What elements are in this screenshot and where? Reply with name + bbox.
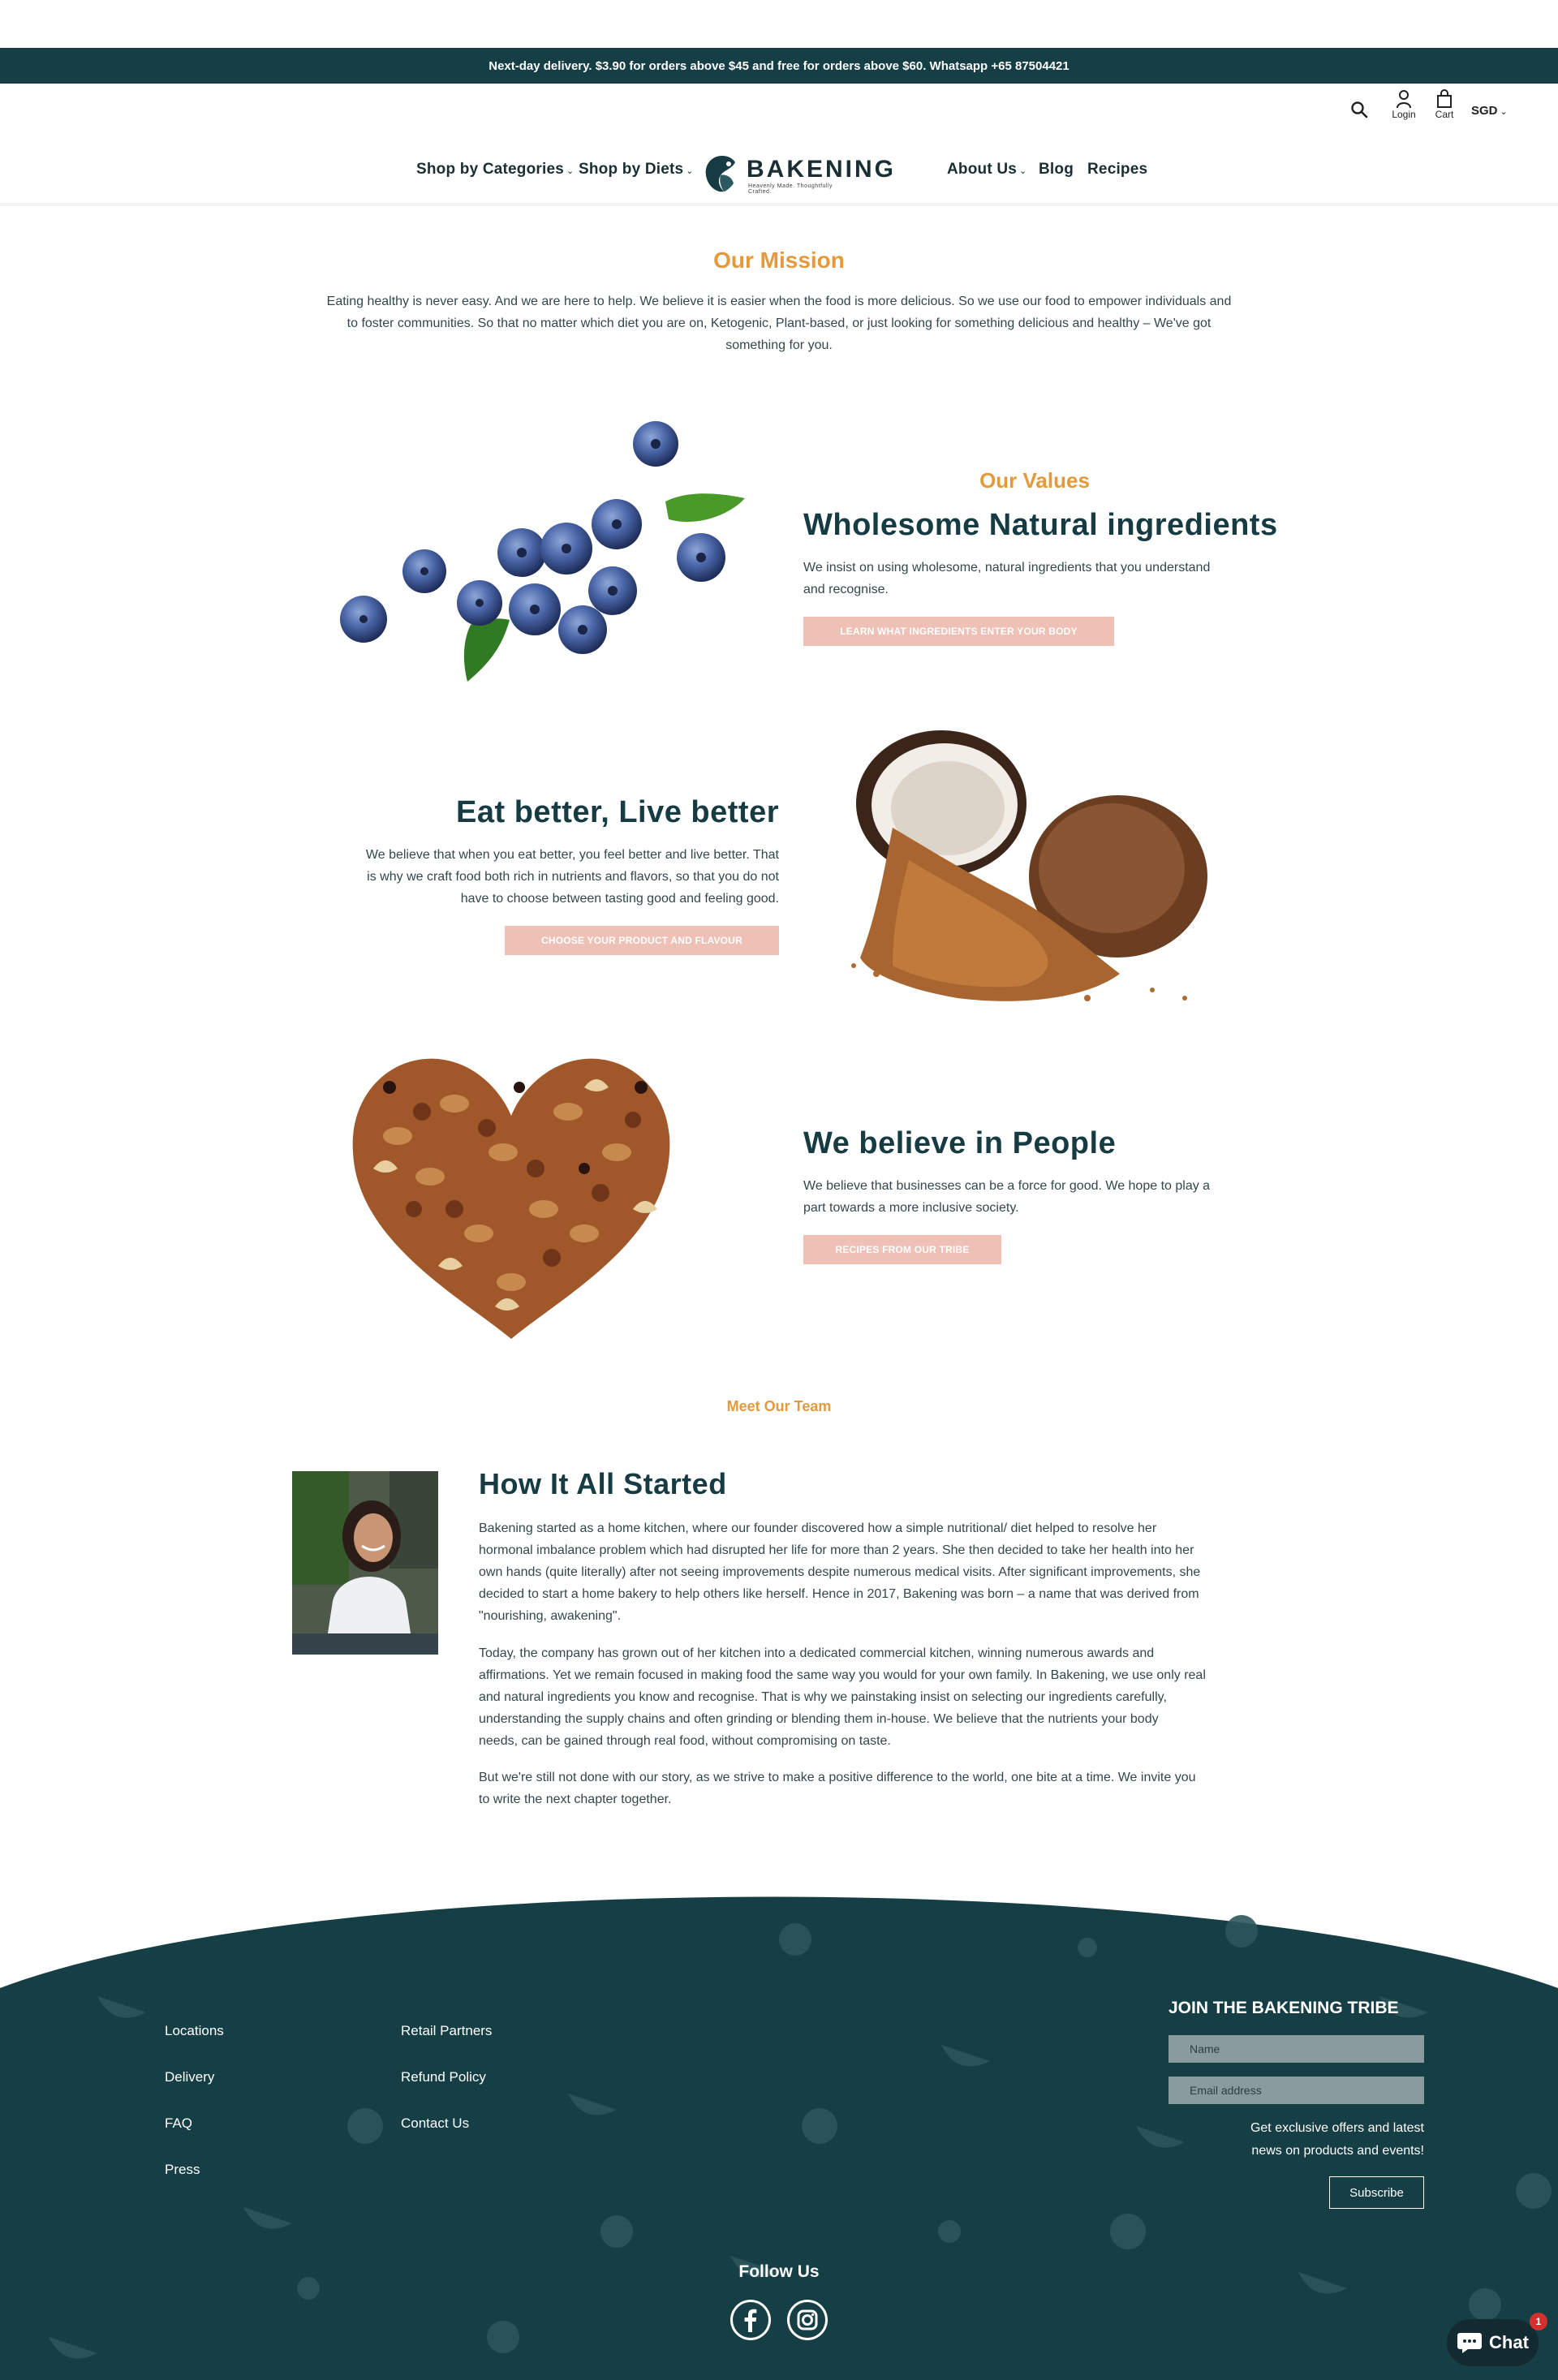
value-title-eat-better: Eat better, Live better [456, 795, 779, 829]
announcement-bar: Next-day delivery. $3.90 for orders abov… [0, 48, 1558, 84]
learn-ingredients-button[interactable]: Learn what ingredients enter your body [803, 617, 1114, 646]
team-line: understanding the supply chains and ofte… [479, 1712, 1159, 1726]
mission-text: Eating healthy is never easy. And we are… [243, 291, 1315, 356]
newsletter-offer-text: Get exclusive offers and latest news on … [1168, 2117, 1424, 2163]
footer-link-press[interactable]: Press [165, 2162, 224, 2208]
value-text-eat-better: We believe that when you eat better, you… [308, 844, 779, 910]
team-line: own hands (quite literally) after not se… [479, 1565, 1201, 1579]
logo-tagline: Heavenly Made. Thoughtfully Crafted. [748, 183, 833, 195]
value-line: part towards a more inclusive society. [803, 1201, 1019, 1215]
nav-label: Shop by Categories [416, 161, 565, 178]
values-eyebrow: Our Values [979, 468, 1090, 493]
instagram-icon[interactable] [787, 2300, 828, 2340]
nav-blog[interactable]: Blog [1039, 161, 1074, 179]
nav-label: Blog [1039, 161, 1074, 178]
login-link[interactable]: Login [1388, 89, 1420, 120]
chat-label: Chat [1489, 2332, 1529, 2352]
newsletter-name-input[interactable]: Name [1168, 2035, 1424, 2063]
subscribe-button[interactable]: Subscribe [1329, 2176, 1424, 2209]
footer-column-1: Locations Delivery FAQ Press [165, 2023, 224, 2208]
currency-selector[interactable]: SGD ⌄ [1471, 104, 1508, 118]
cart-link[interactable]: Cart [1430, 89, 1459, 120]
value-line: have to choose between tasting good and … [460, 892, 779, 906]
founder-photo [292, 1471, 438, 1655]
nav-about-us[interactable]: About Us ⌄ [947, 161, 1026, 179]
user-icon [1397, 90, 1411, 109]
value-title-wholesome: Wholesome Natural ingredients [803, 508, 1278, 542]
mission-line: Eating healthy is never easy. And we are… [326, 295, 1232, 308]
value-text-wholesome: We insist on using wholesome, natural in… [803, 557, 1258, 600]
team-paragraph-2: Today, the company has grown out of her … [479, 1642, 1290, 1752]
cart-label: Cart [1435, 109, 1454, 120]
newsletter-email-input[interactable]: Email address [1168, 2077, 1424, 2104]
mission-line: to foster communities. So that no matter… [346, 316, 1212, 330]
nav-shop-by-categories[interactable]: Shop by Categories ⌄ [416, 161, 574, 179]
chat-bubble-icon [1457, 2333, 1483, 2353]
nav-recipes[interactable]: Recipes [1087, 161, 1147, 179]
cart-icon [1437, 89, 1452, 108]
logo[interactable]: BAKENING Heavenly Made. Thoughtfully Cra… [699, 149, 893, 198]
mission-title: Our Mission [713, 247, 845, 273]
logo-text: BAKENING [747, 156, 897, 183]
follow-us-title: Follow Us [738, 2262, 820, 2281]
newsletter-title: JOIN THE BAKENING TRIBE [1168, 1999, 1399, 2017]
recipes-tribe-button[interactable]: Recipes from our tribe [803, 1235, 1001, 1264]
footer-link-faq[interactable]: FAQ [165, 2115, 224, 2162]
choose-product-button[interactable]: Choose your product and flavour [505, 926, 779, 955]
nav-shop-by-diets[interactable]: Shop by Diets ⌄ [579, 161, 694, 179]
team-line: But we're still not done with our story,… [479, 1771, 1196, 1784]
offer-line: Get exclusive offers and latest [1250, 2121, 1424, 2135]
team-line: needs, can be gained through real food, … [479, 1734, 891, 1748]
footer-link-retail-partners[interactable]: Retail Partners [401, 2023, 492, 2069]
team-line: hormonal imbalance problem which had dis… [479, 1543, 1194, 1557]
value-line: We insist on using wholesome, natural in… [803, 561, 1211, 575]
value-line: We believe that when you eat better, you… [365, 848, 779, 862]
team-eyebrow: Meet Our Team [726, 1398, 832, 1414]
team-paragraph-1: Bakening started as a home kitchen, wher… [479, 1517, 1290, 1627]
mission-line: something for you. [725, 338, 833, 352]
team-line: affirmations. Yet we remain focused in m… [479, 1668, 1206, 1682]
blueberries-image [340, 421, 745, 682]
chevron-down-icon: ⌄ [566, 166, 575, 176]
header-divider [0, 203, 1558, 206]
footer-link-refund-policy[interactable]: Refund Policy [401, 2069, 492, 2115]
footer-link-delivery[interactable]: Delivery [165, 2069, 224, 2115]
offer-line: news on products and events! [1251, 2144, 1424, 2158]
chat-unread-badge: 1 [1530, 2313, 1547, 2331]
team-line: to write the next chapter together. [479, 1793, 672, 1806]
value-line: is why we craft food both rich in nutrie… [367, 870, 779, 884]
value-line: and recognise. [803, 583, 889, 596]
team-line: Bakening started as a home kitchen, wher… [479, 1521, 1157, 1535]
team-line: decided to start a home bakery to help o… [479, 1587, 1199, 1601]
team-line: "nourishing, awakening". [479, 1609, 622, 1623]
value-title-people: We believe in People [803, 1126, 1117, 1160]
chevron-down-icon: ⌄ [1500, 107, 1508, 117]
coconut-image [851, 730, 1207, 1001]
team-paragraph-3: But we're still not done with our story,… [479, 1767, 1290, 1810]
chat-button[interactable]: Chat [1447, 2319, 1539, 2366]
footer-background [0, 1896, 1558, 2380]
chevron-down-icon: ⌄ [1019, 166, 1027, 176]
team-line: Today, the company has grown out of her … [479, 1646, 1155, 1660]
nuts-heart-image [352, 1058, 670, 1339]
team-title: How It All Started [479, 1467, 727, 1500]
value-line: We believe that businesses can be a forc… [803, 1179, 1211, 1193]
nav-label: Shop by Diets [579, 161, 684, 178]
value-text-people: We believe that businesses can be a forc… [803, 1175, 1258, 1219]
nav-label: About Us [947, 161, 1018, 178]
footer-link-contact-us[interactable]: Contact Us [401, 2115, 492, 2162]
chevron-down-icon: ⌄ [686, 166, 694, 176]
currency-value: SGD [1471, 104, 1498, 118]
search-icon[interactable] [1350, 101, 1368, 123]
footer-link-locations[interactable]: Locations [165, 2023, 224, 2069]
login-label: Login [1392, 109, 1416, 120]
logo-mark-icon [705, 156, 735, 192]
footer-column-2: Retail Partners Refund Policy Contact Us [401, 2023, 492, 2162]
announcement-text: Next-day delivery. $3.90 for orders abov… [488, 58, 1070, 73]
nav-label: Recipes [1087, 161, 1148, 178]
facebook-icon[interactable] [730, 2300, 771, 2340]
team-line: and natural ingredients you know and rec… [479, 1690, 1167, 1704]
